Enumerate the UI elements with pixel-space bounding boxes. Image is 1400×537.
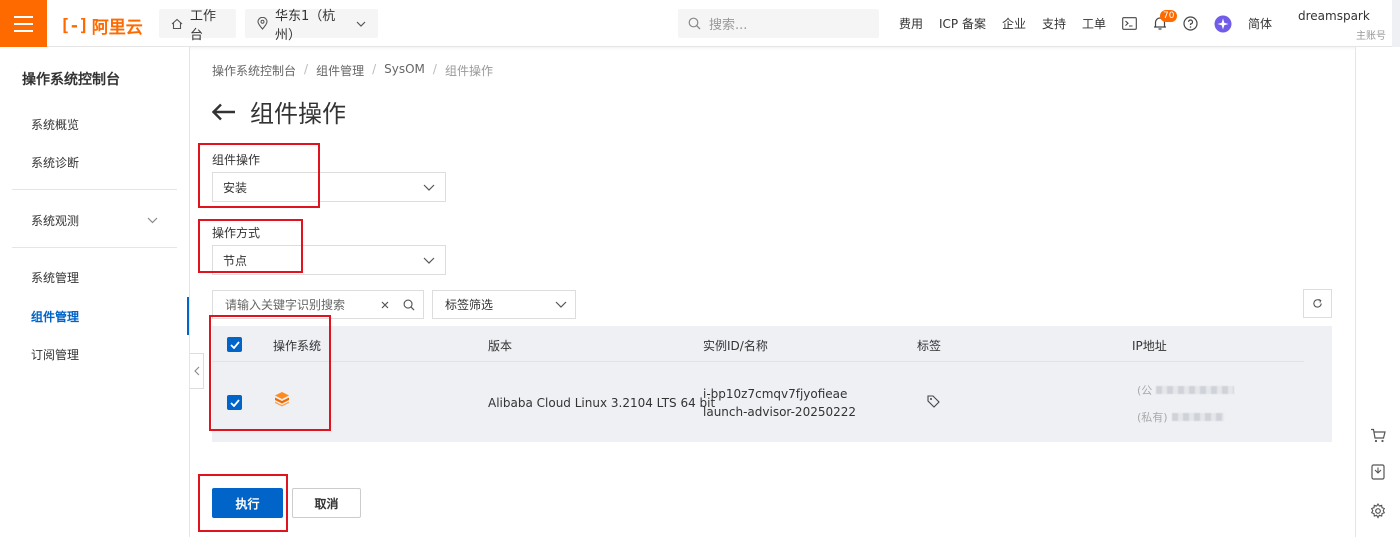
right-utility-bar (1355, 47, 1400, 537)
sidebar-divider (12, 189, 177, 190)
search-button[interactable] (395, 290, 424, 319)
keyword-search-placeholder: 请输入关键字识别搜索 (225, 298, 346, 312)
breadcrumb-current: 组件操作 (444, 64, 493, 78)
page-title: 组件操作 (212, 94, 346, 129)
breadcrumb-item[interactable]: 操作系统控制台 (212, 62, 296, 79)
chevron-down-icon (555, 301, 567, 308)
refresh-button[interactable] (1303, 289, 1332, 318)
instance-id[interactable]: i-bp10z7cmqv7fjyofieae (703, 387, 847, 401)
highlight-box-selection (209, 315, 331, 431)
cart-icon[interactable] (1369, 426, 1387, 444)
column-header-ip: IP地址 (1132, 339, 1167, 353)
sidebar-item-diagnosis[interactable]: 系统诊断 (0, 143, 189, 181)
sidebar-item-label: 系统概览 (31, 117, 80, 132)
ip-public-label: (公 (1137, 384, 1153, 397)
sidebar-divider (12, 247, 177, 248)
language-switch[interactable]: 简体 (1248, 15, 1272, 32)
os-version: Alibaba Cloud Linux 3.2104 LTS 64 bit (488, 396, 716, 410)
refresh-icon (1313, 298, 1322, 308)
column-header-tags: 标签 (917, 339, 942, 353)
sidebar-item-component-management[interactable]: 组件管理 (0, 297, 189, 335)
ip-private-redacted (1171, 413, 1224, 421)
ip-public: (公 (1137, 382, 1235, 398)
ip-private: (私有) (1137, 409, 1224, 425)
sidebar-item-label: 系统诊断 (31, 155, 80, 170)
page-title-text: 组件操作 (250, 100, 346, 128)
sidebar-title: 操作系统控制台 (22, 72, 120, 88)
chevron-down-icon (147, 217, 158, 224)
column-header-version: 版本 (488, 339, 513, 353)
settings-icon[interactable] (1369, 502, 1387, 520)
tag-icon[interactable] (927, 395, 940, 411)
sidebar-item-label: 组件管理 (31, 309, 80, 324)
sidebar: 操作系统控制台 系统概览 系统诊断 系统观测 系统管理 组件管理 订阅管理 (0, 47, 190, 537)
nav-link-icp[interactable]: ICP 备案 (939, 15, 986, 32)
notification-badge: 70 (1160, 10, 1178, 22)
tag-filter-label: 标签筛选 (445, 298, 494, 312)
terminal-icon[interactable] (1122, 17, 1137, 30)
aliyun-logo[interactable]: [-] 阿里云 (60, 13, 143, 39)
sidebar-item-label: 系统管理 (31, 270, 80, 285)
logo-text: 阿里云 (91, 18, 143, 38)
nav-link-billing[interactable]: 费用 (899, 15, 923, 32)
highlight-box-execute (198, 474, 288, 532)
ip-private-label: (私有) (1137, 411, 1168, 424)
aliyun-logo-icon: [-] (60, 15, 89, 36)
region-selector[interactable]: 华东1（杭州） (245, 9, 378, 43)
instance-table: 操作系统 版本 实例ID/名称 标签 IP地址 Alibaba Cloud Li… (212, 326, 1332, 442)
username: dreamspark (1298, 9, 1370, 23)
nav-link-support[interactable]: 支持 (1042, 15, 1066, 32)
highlight-box-method (198, 219, 303, 273)
chevron-down-icon (356, 21, 366, 27)
chevron-down-icon (423, 257, 435, 264)
breadcrumb-item[interactable]: 组件管理 (316, 62, 364, 79)
workbench-button[interactable]: 工作台 (159, 9, 236, 43)
back-arrow-icon[interactable] (212, 103, 236, 121)
clear-icon[interactable] (381, 301, 389, 309)
sidebar-item-label: 系统观测 (31, 213, 80, 228)
avatar-edge (1392, 0, 1400, 47)
highlight-box-operation (198, 143, 320, 208)
sidebar-item-subscription[interactable]: 订阅管理 (0, 335, 189, 373)
help-icon[interactable] (1183, 16, 1198, 31)
sidebar-item-label: 订阅管理 (31, 347, 80, 362)
ai-assistant-icon[interactable] (1214, 15, 1232, 33)
nav-link-ticket[interactable]: 工单 (1082, 15, 1106, 32)
main-content: 操作系统控制台 / 组件管理 / SysOM / 组件操作 组件操作 组件操作 安装 … (191, 47, 1355, 537)
search-icon (403, 299, 415, 311)
column-header-instance: 实例ID/名称 (703, 339, 768, 353)
top-navigation-bar: [-] 阿里云 工作台 华东1（杭州） 搜索... 费用 ICP 备案 企业 支… (0, 0, 1400, 47)
ip-public-redacted (1156, 386, 1235, 394)
region-label: 华东1（杭州） (275, 8, 336, 43)
search-icon (688, 17, 701, 30)
table-header: 操作系统 版本 实例ID/名称 标签 IP地址 (212, 326, 1332, 362)
location-pin-icon (257, 17, 268, 30)
tag-filter-select[interactable]: 标签筛选 (432, 290, 576, 319)
sidebar-item-system-management[interactable]: 系统管理 (0, 258, 189, 296)
nav-link-enterprise[interactable]: 企业 (1002, 15, 1026, 32)
breadcrumb-item[interactable]: SysOM (384, 62, 425, 79)
document-icon[interactable] (1369, 463, 1387, 481)
breadcrumb: 操作系统控制台 / 组件管理 / SysOM / 组件操作 (212, 62, 493, 79)
hamburger-menu-button[interactable] (0, 0, 47, 47)
user-account-menu[interactable]: dreamspark 主账号 (1298, 9, 1388, 42)
account-role: 主账号 (1356, 31, 1386, 42)
top-nav-links: 费用 ICP 备案 企业 支持 工单 简体 (899, 0, 1272, 47)
home-icon (171, 18, 183, 30)
workbench-label: 工作台 (190, 8, 217, 43)
cancel-button[interactable]: 取消 (292, 488, 361, 518)
global-search-input[interactable]: 搜索... (678, 9, 879, 38)
sidebar-item-overview[interactable]: 系统概览 (0, 105, 189, 143)
instance-name: launch-advisor-20250222 (703, 405, 857, 419)
sidebar-item-observation[interactable]: 系统观测 (0, 201, 189, 239)
search-placeholder: 搜索... (709, 18, 748, 33)
chevron-down-icon (423, 184, 435, 191)
